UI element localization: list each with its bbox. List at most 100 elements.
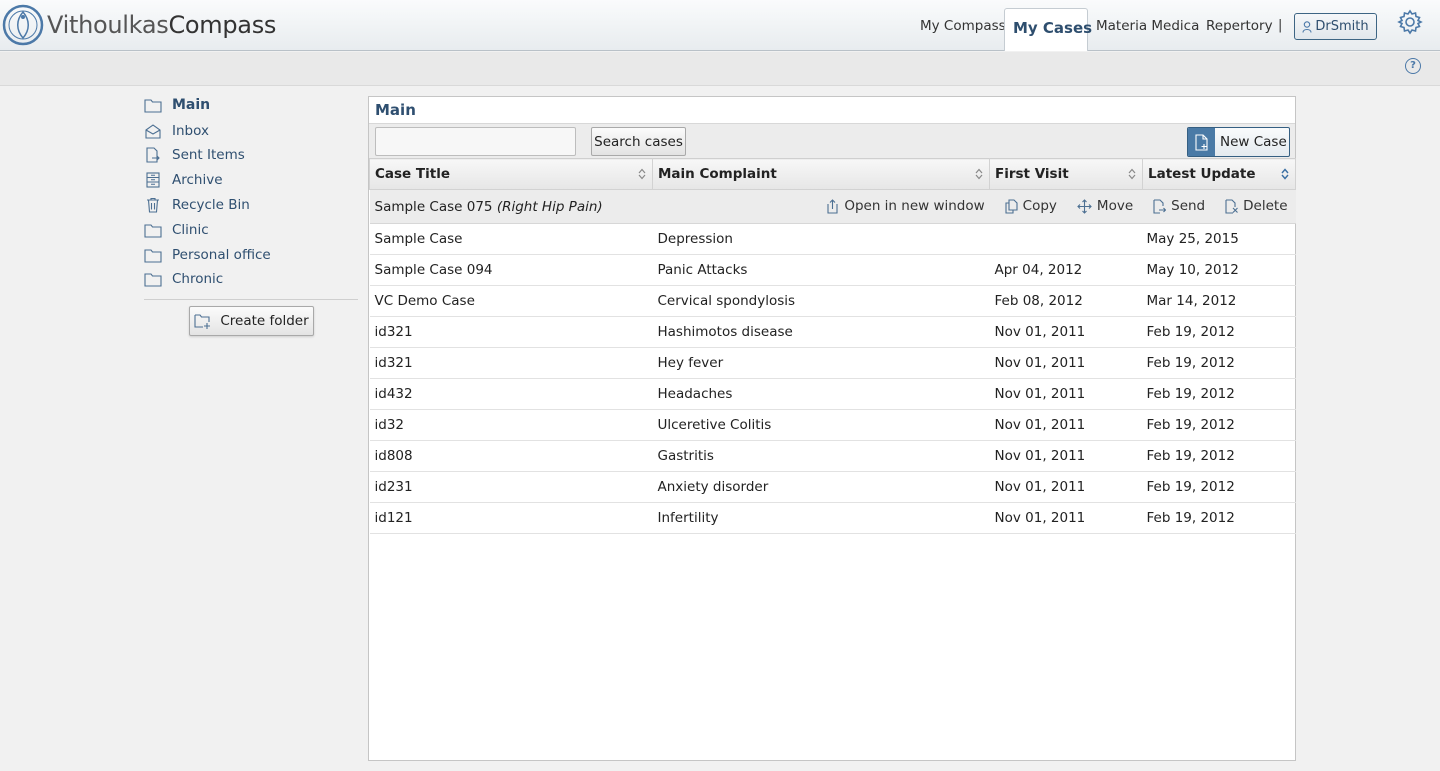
cell-latest-update: Feb 19, 2012 — [1142, 347, 1296, 379]
cell-first-visit: Nov 01, 2011 — [989, 347, 1143, 379]
sidebar-item-main[interactable]: Main — [144, 95, 210, 115]
sidebar-item-personal-office[interactable]: Personal office — [144, 245, 271, 265]
top-bar: VithoulkasCompass My Compass My Cases Ma… — [0, 0, 1440, 51]
cell-first-visit: Nov 01, 2011 — [989, 378, 1143, 410]
open-window-icon — [827, 198, 838, 214]
user-button[interactable]: DrSmith — [1294, 13, 1377, 40]
cases-panel: Main Search cases New Case Case Title Ma… — [368, 96, 1296, 761]
nav-repertory[interactable]: Repertory — [1206, 18, 1273, 34]
cell-case-title: id808 — [369, 440, 653, 472]
new-case-button[interactable]: New Case — [1187, 127, 1290, 157]
column-header-latest-update[interactable]: Latest Update — [1142, 158, 1296, 190]
sidebar-item-label: Inbox — [172, 123, 209, 139]
table-row[interactable]: id121 Infertility Nov 01, 2011 Feb 19, 2012 — [369, 502, 1296, 534]
cell-latest-update: Feb 19, 2012 — [1142, 316, 1296, 348]
sidebar-item-sent-items[interactable]: Sent Items — [144, 145, 245, 165]
sidebar-item-clinic[interactable]: Clinic — [144, 220, 209, 240]
table-row[interactable]: Sample Case 094 Panic Attacks Apr 04, 2012… — [369, 254, 1296, 286]
copy-button[interactable]: Copy — [1005, 198, 1057, 214]
search-cases-button[interactable]: Search cases — [591, 127, 686, 156]
table-row[interactable]: id321 Hey fever Nov 01, 2011 Feb 19, 2012 — [369, 347, 1296, 379]
column-header-first-visit[interactable]: First Visit — [989, 158, 1143, 190]
table-row[interactable]: id808 Gastritis Nov 01, 2011 Feb 19, 2012 — [369, 440, 1296, 472]
create-folder-button[interactable]: Create folder — [189, 306, 314, 336]
table-row[interactable]: Sample Case Depression May 25, 2015 — [369, 223, 1296, 255]
sidebar-item-recycle-bin[interactable]: Recycle Bin — [144, 195, 250, 215]
sidebar-item-label: Main — [172, 97, 211, 113]
table-row[interactable]: id432 Headaches Nov 01, 2011 Feb 19, 2012 — [369, 378, 1296, 410]
cell-main-complaint: Hashimotos disease — [652, 316, 990, 348]
add-folder-icon — [194, 314, 211, 329]
nav-materia-medica[interactable]: Materia Medica — [1096, 18, 1199, 34]
archive-icon — [146, 172, 160, 188]
logo-text-part1: Vithoulkas — [47, 11, 169, 39]
cell-main-complaint: Ulceretive Colitis — [652, 409, 990, 441]
sidebar-item-label: Clinic — [172, 222, 209, 238]
copy-label: Copy — [1022, 198, 1057, 214]
sidebar-item-inbox[interactable]: Inbox — [144, 121, 209, 141]
create-folder-label: Create folder — [220, 313, 309, 329]
cell-case-title: id121 — [369, 502, 653, 534]
search-input[interactable] — [375, 127, 576, 156]
row-actions: Open in new window Copy Move Send Delete — [826, 198, 1293, 214]
open-in-new-window-button[interactable]: Open in new window — [826, 198, 985, 214]
gear-icon[interactable] — [1397, 9, 1423, 35]
cell-first-visit: Nov 01, 2011 — [989, 502, 1143, 534]
compass-logo-icon — [2, 4, 44, 46]
table-row[interactable]: VC Demo Case Cervical spondylosis Feb 08, … — [369, 285, 1296, 317]
send-button[interactable]: Send — [1153, 198, 1205, 214]
cell-first-visit: Nov 01, 2011 — [989, 316, 1143, 348]
folder-icon — [144, 224, 162, 238]
sidebar-item-chronic[interactable]: Chronic — [144, 269, 223, 289]
cell-first-visit: Apr 04, 2012 — [989, 254, 1143, 286]
logo[interactable]: VithoulkasCompass — [2, 4, 276, 46]
cell-latest-update: Feb 19, 2012 — [1142, 409, 1296, 441]
nav-my-cases[interactable]: My Cases — [1004, 8, 1092, 51]
cell-first-visit: Nov 01, 2011 — [989, 471, 1143, 503]
delete-icon — [1225, 198, 1239, 214]
folder-icon — [144, 273, 162, 287]
user-name: DrSmith — [1315, 19, 1369, 34]
cell-latest-update: Feb 19, 2012 — [1142, 440, 1296, 472]
sidebar-item-label: Recycle Bin — [172, 197, 250, 213]
column-header-main-complaint[interactable]: Main Complaint — [652, 158, 990, 190]
cell-first-visit: Nov 01, 2011 — [989, 440, 1143, 472]
sent-icon — [146, 147, 160, 163]
logo-text-part2: Compass — [168, 11, 277, 39]
cell-case-title: id432 — [369, 378, 653, 410]
sort-icon — [1128, 168, 1136, 180]
user-icon — [1302, 20, 1312, 33]
cell-main-complaint: Gastritis — [652, 440, 990, 472]
sidebar-divider — [144, 299, 358, 300]
sidebar-item-archive[interactable]: Archive — [144, 170, 223, 190]
cell-main-complaint: Cervical spondylosis — [652, 285, 990, 317]
cell-first-visit — [989, 223, 1143, 255]
cell-latest-update: Feb 19, 2012 — [1142, 502, 1296, 534]
selected-case-title: Sample Case 075 — [374, 198, 493, 215]
table-row[interactable]: id321 Hashimotos disease Nov 01, 2011 Feb 1… — [369, 316, 1296, 348]
cell-main-complaint: Depression — [652, 223, 990, 255]
move-label: Move — [1096, 198, 1134, 214]
move-icon — [1077, 198, 1092, 214]
cell-first-visit: Feb 08, 2012 — [989, 285, 1143, 317]
cell-case-title: id231 — [369, 471, 653, 503]
new-case-label: New Case — [1220, 134, 1287, 150]
cell-case-title: VC Demo Case — [369, 285, 653, 317]
delete-button[interactable]: Delete — [1225, 198, 1288, 214]
nav-my-compass[interactable]: My Compass — [920, 18, 1006, 34]
folder-icon — [144, 249, 162, 263]
table-row-selected[interactable]: Sample Case 075 (Right Hip Pain) Open in… — [369, 189, 1296, 224]
cell-main-complaint: Anxiety disorder — [652, 471, 990, 503]
sort-icon — [975, 168, 983, 180]
cell-case-title: Sample Case 094 — [369, 254, 653, 286]
move-button[interactable]: Move — [1077, 198, 1133, 214]
column-header-case-title[interactable]: Case Title — [369, 158, 653, 190]
panel-title: Main — [375, 101, 416, 119]
table-row[interactable]: id32 Ulceretive Colitis Nov 01, 2011 Feb 19… — [369, 409, 1296, 441]
table-row[interactable]: id231 Anxiety disorder Nov 01, 2011 Feb 19,… — [369, 471, 1296, 503]
folder-icon — [144, 99, 162, 113]
delete-label: Delete — [1243, 198, 1288, 214]
cell-main-complaint: Hey fever — [652, 347, 990, 379]
help-icon[interactable]: ? — [1405, 58, 1421, 74]
cell-case-title: Sample Case — [369, 223, 653, 255]
